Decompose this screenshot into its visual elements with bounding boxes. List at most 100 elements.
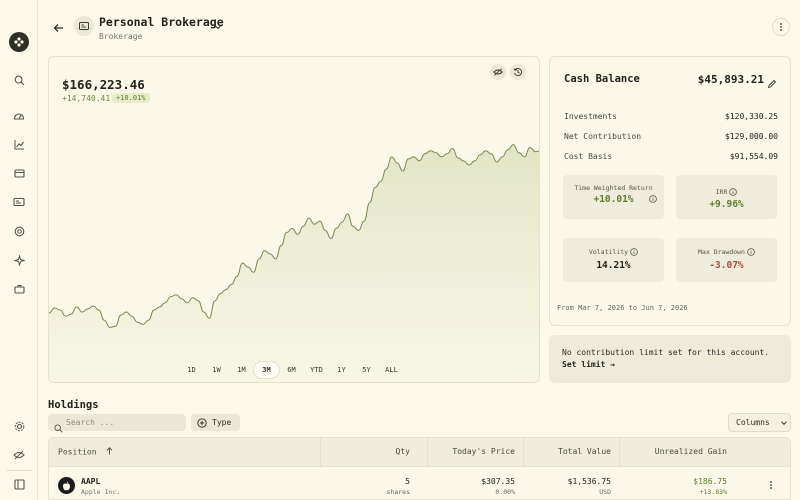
ai-sparkles-icon[interactable] — [11, 252, 27, 268]
summary-row-investments: Investments $120,330.25 — [564, 112, 778, 124]
chart-area-fill — [49, 144, 539, 382]
app-logo-icon[interactable] — [9, 32, 29, 52]
metric-label-text: Volatility — [588, 248, 629, 256]
column-divider — [523, 438, 524, 466]
apple-logo-icon — [58, 477, 75, 494]
summary-row-value: $129,000.00 — [725, 132, 778, 141]
holding-ticker: AAPL — [81, 477, 101, 486]
summary-row-label: Net Contribution — [564, 132, 642, 141]
portfolio-change: +14,740.41 — [62, 94, 111, 103]
briefcase-icon[interactable] — [11, 281, 27, 297]
goals-target-icon[interactable] — [11, 223, 27, 239]
metric-max-drawdown: Max Drawdown -3.07% — [676, 238, 777, 282]
privacy-eye-off-icon[interactable] — [11, 447, 27, 463]
holding-company-name: Apple Inc. — [81, 488, 121, 496]
summary-row-value: $91,554.09 — [729, 152, 778, 161]
performance-chart[interactable] — [49, 57, 540, 383]
holding-price-change: 0.00% — [495, 488, 515, 496]
column-divider — [619, 438, 620, 466]
chevron-down-icon[interactable] — [213, 17, 223, 30]
table-row[interactable]: AAPL Apple Inc. 5 shares $307.35 0.00% $… — [49, 466, 790, 499]
settings-gear-icon[interactable] — [11, 418, 27, 434]
holding-unrealized-gain-pct: +13.83% — [699, 488, 727, 496]
performance-chart-card: $166,223.46 +14,740.41 +10.01% 1D 1W 1M 3M 6… — [48, 56, 540, 383]
account-type-label: Brokerage — [99, 32, 143, 41]
account-name[interactable]: Personal Brokerage — [99, 15, 224, 29]
column-header-qty[interactable]: Qty — [396, 447, 410, 456]
account-summary-card: Cash Balance $45,893.21 Investments $120… — [549, 56, 791, 326]
period-5y[interactable]: 5Y — [354, 362, 379, 378]
back-arrow-icon[interactable] — [50, 20, 66, 36]
info-icon[interactable] — [747, 248, 755, 256]
holding-total-value: $1,536.75 — [567, 477, 611, 486]
period-selector: 1D 1W 1M 3M 6M YTD 1Y 5Y ALL — [179, 362, 404, 378]
sidebar — [0, 0, 38, 500]
plus-circle-icon — [197, 417, 207, 428]
dashboard-gauge-icon[interactable] — [11, 107, 27, 123]
holdings-search — [48, 414, 186, 433]
cash-balance-value: $45,893.21 — [697, 73, 764, 86]
info-icon[interactable] — [649, 188, 657, 203]
info-icon[interactable] — [630, 248, 638, 256]
sort-arrow-up-icon — [106, 447, 113, 457]
summary-row-label: Cost Basis — [564, 152, 613, 161]
period-all[interactable]: ALL — [379, 362, 404, 378]
more-options-icon[interactable] — [772, 18, 790, 36]
metric-label: Max Drawdown — [676, 238, 777, 257]
metric-label-text: IRR — [715, 188, 728, 196]
portfolio-change-pct-badge: +10.01% — [112, 93, 150, 103]
date-range-label: From Mar 7, 2026 to Jun 7, 2026 — [557, 304, 688, 312]
holding-qty-unit: shares — [386, 488, 410, 496]
row-more-options-icon[interactable] — [765, 478, 777, 492]
portfolio-value: $166,223.46 — [62, 77, 145, 92]
sidebar-toggle-icon[interactable] — [11, 476, 27, 492]
column-header-total-value[interactable]: Total Value — [558, 447, 611, 456]
holdings-table: Position Qty Today's Price Total Value U… — [48, 437, 791, 500]
column-header-unrealized-gain[interactable]: Unrealized Gain — [655, 447, 727, 456]
metric-label: Time Weighted Return — [574, 175, 654, 193]
accounts-card-icon[interactable] — [11, 194, 27, 210]
column-divider — [427, 438, 428, 466]
period-1y[interactable]: 1Y — [329, 362, 354, 378]
hide-values-eye-off-icon[interactable] — [490, 64, 506, 80]
holdings-search-input[interactable] — [66, 414, 182, 431]
column-header-price[interactable]: Today's Price — [452, 447, 515, 456]
columns-button[interactable]: Columns — [728, 413, 791, 432]
set-limit-link[interactable]: Set limit → — [562, 360, 615, 369]
period-1w[interactable]: 1W — [204, 362, 229, 378]
history-icon[interactable] — [510, 64, 526, 80]
cash-balance-label: Cash Balance — [564, 73, 640, 85]
info-icon[interactable] — [729, 188, 738, 196]
edit-pencil-icon[interactable] — [767, 74, 778, 89]
column-divider — [320, 438, 321, 466]
metric-time-weighted-return: Time Weighted Return +10.01% — [563, 175, 664, 219]
holding-price: $307.35 — [481, 477, 515, 486]
metric-volatility: Volatility 14.21% — [563, 238, 664, 282]
period-3m[interactable]: 3M — [254, 362, 279, 378]
period-6m[interactable]: 6M — [279, 362, 304, 378]
metric-value: +9.96% — [709, 199, 744, 210]
period-ytd[interactable]: YTD — [304, 362, 329, 378]
wallet-icon[interactable] — [11, 165, 27, 181]
holdings-table-header: Position Qty Today's Price Total Value U… — [49, 438, 790, 466]
sidebar-divider — [6, 470, 32, 471]
holding-unrealized-gain: $186.75 — [693, 477, 727, 486]
holdings-title: Holdings — [48, 399, 99, 411]
contribution-limit-card: No contribution limit set for this accou… — [549, 335, 791, 383]
summary-row-value: $120,330.25 — [725, 112, 778, 121]
chart-line-icon[interactable] — [11, 136, 27, 152]
column-header-label: Position — [58, 447, 97, 457]
period-1m[interactable]: 1M — [229, 362, 254, 378]
summary-row-net-contribution: Net Contribution $129,000.00 — [564, 132, 778, 144]
column-header-position[interactable]: Position — [58, 447, 113, 457]
type-filter-button[interactable]: Type — [191, 414, 240, 431]
search-icon[interactable] — [11, 72, 27, 88]
type-filter-label: Type — [212, 418, 232, 427]
metric-value: -3.07% — [709, 260, 744, 271]
metric-label-text: Max Drawdown — [698, 248, 745, 256]
period-1d[interactable]: 1D — [179, 362, 204, 378]
metric-label: IRR — [676, 175, 777, 197]
holding-qty: 5 — [405, 477, 410, 486]
metric-label: Volatility — [563, 238, 664, 257]
contribution-limit-message: No contribution limit set for this accou… — [562, 348, 770, 357]
